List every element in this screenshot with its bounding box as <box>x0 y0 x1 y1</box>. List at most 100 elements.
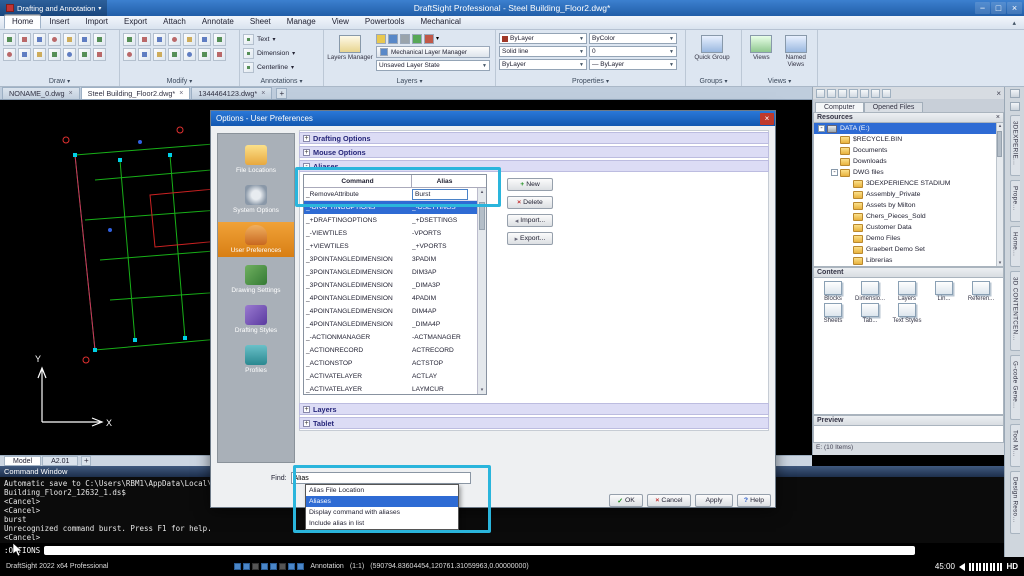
annotation-tool[interactable]: Dimension ▾ <box>243 47 320 60</box>
alias-row[interactable]: _3POINTANGLEDIMENSION _DIMA3P <box>304 279 486 292</box>
tree-scrollbar[interactable]: ▴▾ <box>996 123 1003 266</box>
section-layers[interactable]: + Layers <box>299 403 769 415</box>
alias-row[interactable]: _ACTIONRECORD ACTRECORD <box>304 344 486 357</box>
volume-level-bars[interactable] <box>969 563 1003 571</box>
content-item[interactable]: Referen... <box>963 281 999 302</box>
tree-item[interactable]: Downloads <box>814 156 1003 167</box>
quick-group-button[interactable]: Quick Group <box>689 33 735 61</box>
back-icon[interactable] <box>816 89 825 98</box>
chevron-down-icon[interactable]: ▾ <box>436 35 439 42</box>
find-dropdown-option[interactable]: Alias File Location <box>306 485 458 496</box>
tree-item[interactable]: Demo Files <box>814 233 1003 244</box>
explorer-tab[interactable]: Computer <box>815 102 864 112</box>
alias-row[interactable]: _4POINTANGLEDIMENSION DIM4AP <box>304 305 486 318</box>
content-item[interactable]: Tab... <box>852 303 888 324</box>
dialog-sidebar-item[interactable]: Profiles <box>218 342 294 377</box>
tree-item[interactable]: Documents <box>814 145 1003 156</box>
new-sheet-button[interactable]: + <box>81 456 91 466</box>
status-toggle-icon[interactable] <box>261 563 268 570</box>
dialog-close-button[interactable]: × <box>760 113 774 125</box>
ribbon-group-label[interactable]: Modify▾ <box>120 78 239 85</box>
tree-item[interactable]: Chers_Pieces_Sold <box>814 211 1003 222</box>
alias-edit-command[interactable]: _RemoveAttribute <box>304 191 412 198</box>
tree-item[interactable]: $RECYCLE.BIN <box>814 134 1003 145</box>
document-tab[interactable]: NONAME_0.dwg × <box>2 87 80 99</box>
modify-tool-icon[interactable] <box>123 48 136 61</box>
tree-expander-icon[interactable]: - <box>818 125 825 132</box>
close-tab-icon[interactable]: × <box>179 90 183 97</box>
refresh-icon[interactable] <box>849 89 858 98</box>
annotation-mode-label[interactable]: Annotation <box>310 563 343 570</box>
side-panel-tab[interactable]: Home... <box>1010 226 1020 267</box>
layer-toggle-icon[interactable] <box>424 34 434 44</box>
volume-icon[interactable] <box>959 563 965 571</box>
content-item[interactable]: Lin... <box>926 281 962 302</box>
layers-manager-button[interactable]: Layers Manager <box>327 33 373 75</box>
layer-toggle-icon[interactable] <box>376 34 386 44</box>
tree-item[interactable]: Assembly_Private <box>814 189 1003 200</box>
alias-row[interactable]: _+DRAFTINGOPTIONS _+DSETTINGS <box>304 214 486 227</box>
command-input[interactable] <box>44 546 915 555</box>
explorer-tab[interactable]: Opened Files <box>864 102 924 112</box>
side-panel-tab[interactable]: Prope... <box>1010 180 1020 221</box>
menu-tab[interactable]: Powertools <box>357 14 413 29</box>
draw-tool-icon[interactable] <box>63 48 76 61</box>
property-dropdown[interactable]: ByLayer ▼ <box>499 59 587 70</box>
tree-item[interactable]: 3DEXPERIENCE STADIUM <box>814 178 1003 189</box>
modify-tool-icon[interactable] <box>123 33 136 46</box>
mechanical-layer-manager-button[interactable]: Mechanical Layer Manager <box>376 46 490 58</box>
layer-toggle-icon[interactable] <box>400 34 410 44</box>
menu-tab[interactable]: Annotate <box>194 14 242 29</box>
ribbon-group-label[interactable]: Properties▾ <box>496 78 685 85</box>
tree-item[interactable]: Customer Data <box>814 222 1003 233</box>
draw-tool-icon[interactable] <box>63 33 76 46</box>
forward-icon[interactable] <box>827 89 836 98</box>
section-drafting-options[interactable]: + Drafting Options <box>299 132 769 144</box>
content-item[interactable]: Dimensio... <box>852 281 888 302</box>
menu-tab[interactable]: Manage <box>279 14 324 29</box>
property-dropdown[interactable]: ByLayer ▼ <box>499 33 587 44</box>
draw-tool-icon[interactable] <box>18 48 31 61</box>
document-tab[interactable]: 1344464123.dwg* × <box>191 87 272 99</box>
dialog-sidebar-item[interactable]: Drawing Settings <box>218 262 294 297</box>
property-dropdown[interactable]: ByColor ▼ <box>589 33 677 44</box>
modify-tool-icon[interactable] <box>198 48 211 61</box>
dialog-sidebar-item[interactable]: Drafting Styles <box>218 302 294 337</box>
alias-row[interactable]: _3POINTANGLEDIMENSION 3PADIM <box>304 253 486 266</box>
dock-icon[interactable] <box>1010 102 1020 111</box>
menu-tab[interactable]: Export <box>116 14 155 29</box>
expand-icon[interactable]: + <box>303 149 310 156</box>
close-icon[interactable]: × <box>996 89 1001 98</box>
up-icon[interactable] <box>838 89 847 98</box>
scale-label[interactable]: (1:1) <box>350 563 364 570</box>
status-toggle-icon[interactable] <box>234 563 241 570</box>
alias-row[interactable]: _ACTIONSTOP ACTSTOP <box>304 357 486 370</box>
side-panel-tab[interactable]: G-code Gene... <box>1010 355 1020 419</box>
sheet-tab[interactable]: A2.01 <box>42 456 78 466</box>
section-tablet[interactable]: + Tablet <box>299 417 769 429</box>
side-panel-tab[interactable]: 3D CONTENTCEN... <box>1010 271 1020 352</box>
modify-tool-icon[interactable] <box>183 33 196 46</box>
dialog-sidebar-item[interactable]: System Options <box>218 182 294 217</box>
modify-tool-icon[interactable] <box>168 48 181 61</box>
alias-row[interactable]: _ACTIVATELAYER LAYMCUR <box>304 383 486 396</box>
help-button[interactable]: ? Help <box>737 494 771 507</box>
cancel-button[interactable]: × Cancel <box>647 494 691 507</box>
draw-tool-icon[interactable] <box>3 48 16 61</box>
side-panel-tab[interactable]: 3DEXPERIE... <box>1010 115 1020 176</box>
find-dropdown-option[interactable]: Include alias in list <box>306 518 458 529</box>
property-dropdown[interactable]: Solid line ▼ <box>499 46 587 57</box>
find-dropdown-option[interactable]: Display command with aliases <box>306 507 458 518</box>
close-icon[interactable]: × <box>996 114 1000 121</box>
modify-tool-icon[interactable] <box>153 48 166 61</box>
menu-tab[interactable]: Home <box>4 14 41 29</box>
alias-row[interactable]: _ACTIVATELAYER ACTLAY <box>304 370 486 383</box>
status-toggle-icon[interactable] <box>270 563 277 570</box>
sheet-tab[interactable]: Model <box>4 456 41 466</box>
draw-tool-icon[interactable] <box>78 48 91 61</box>
draw-tool-icon[interactable] <box>48 48 61 61</box>
tree-item[interactable]: Graebert Demo Set <box>814 244 1003 255</box>
expand-icon[interactable]: + <box>303 406 310 413</box>
content-item[interactable]: Blocks <box>815 281 851 302</box>
new-alias-button[interactable]: + New <box>507 178 553 191</box>
